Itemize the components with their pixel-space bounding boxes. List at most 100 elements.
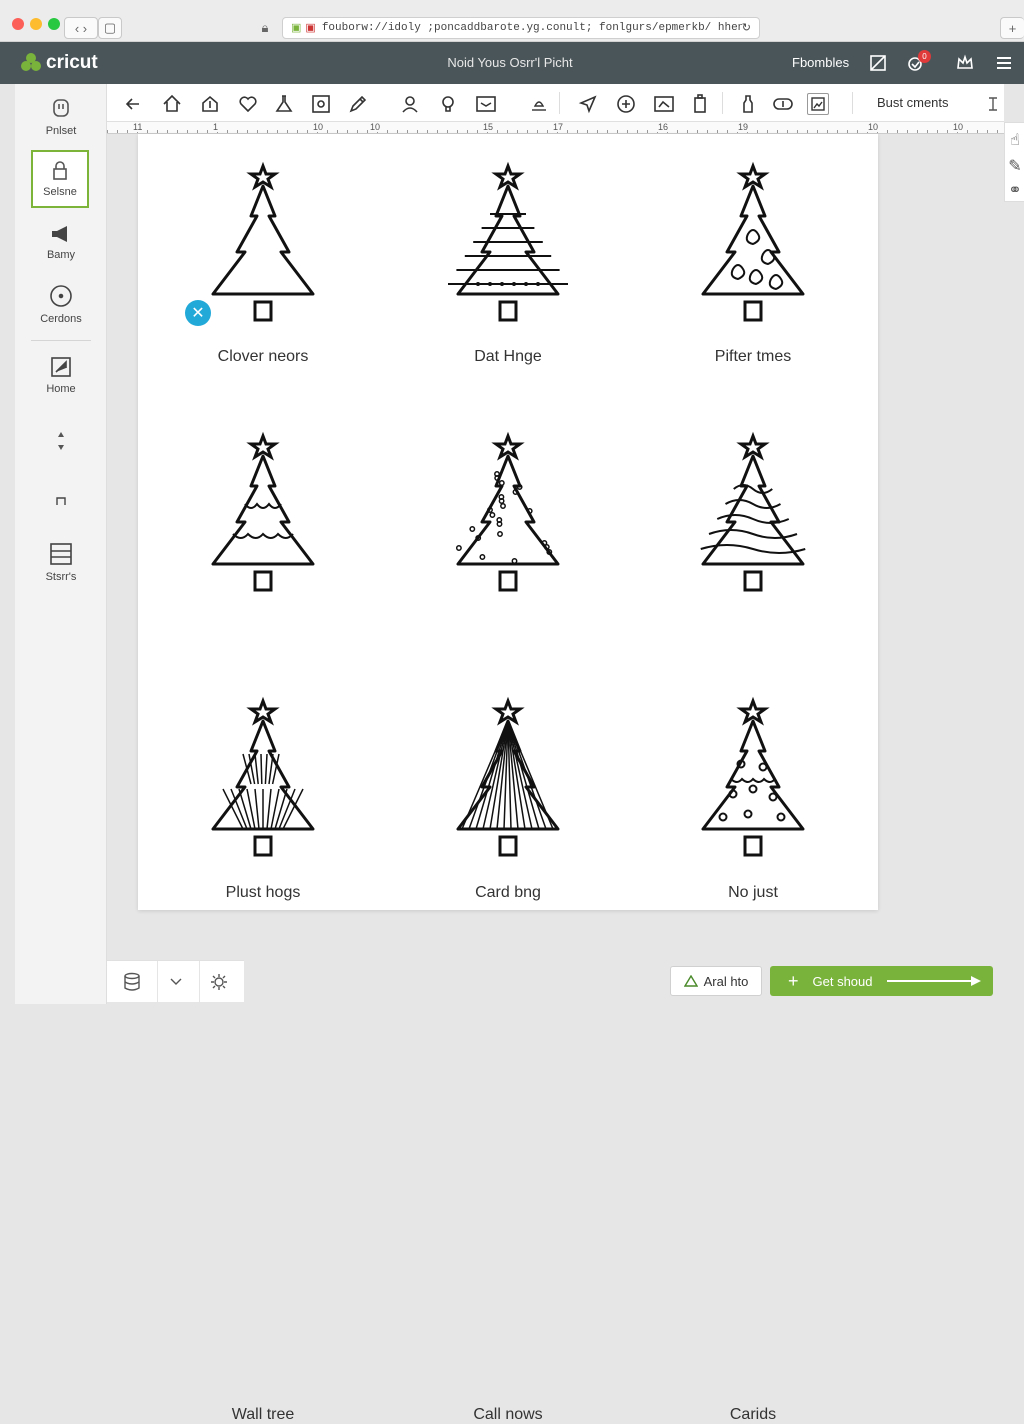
- ruler-label: 10: [369, 122, 382, 132]
- design-card[interactable]: Dat Hnge: [393, 144, 623, 394]
- url-text: fouborw://idoly ;poncaddbarote.yg.conult…: [321, 22, 742, 34]
- sidebar-item-home[interactable]: Home: [15, 356, 107, 395]
- christmas-tree-icon: [211, 431, 315, 592]
- sidebar-item-music[interactable]: [15, 494, 107, 508]
- reload-icon[interactable]: ↻: [742, 21, 751, 35]
- target-icon[interactable]: [615, 93, 637, 115]
- design-card[interactable]: No just: [638, 414, 868, 901]
- circle-icon: [50, 285, 72, 307]
- frame-icon[interactable]: [653, 93, 675, 115]
- heart-icon[interactable]: [237, 93, 259, 115]
- header-link[interactable]: Fbombles: [792, 55, 849, 70]
- toolbar-divider: [722, 92, 723, 114]
- crown-icon[interactable]: [954, 52, 976, 74]
- pen-icon[interactable]: [347, 93, 369, 115]
- address-bar[interactable]: ▣ ▣ fouborw://idoly ;poncaddbarote.yg.co…: [282, 17, 760, 39]
- sidebar-item-cerdons[interactable]: Cerdons: [15, 284, 107, 325]
- design-card[interactable]: Call nows: [393, 679, 623, 1423]
- sidebar-item-label: Cerdons: [40, 313, 82, 325]
- resize-icon[interactable]: [867, 52, 889, 74]
- back-forward-buttons[interactable]: ‹ ›: [64, 17, 98, 39]
- sidebar-item-label: Selsne: [43, 185, 77, 198]
- add-button-label: Aral hto: [703, 973, 749, 989]
- ruler-label: 16: [657, 122, 670, 132]
- design-card[interactable]: Wall tree: [148, 679, 378, 1423]
- christmas-tree-icon: [701, 161, 805, 322]
- house-icon[interactable]: [161, 93, 183, 115]
- sidebar-item-updown[interactable]: [15, 430, 107, 452]
- close-window-button[interactable]: [12, 18, 24, 30]
- pencil-icon[interactable]: ✎: [1008, 158, 1022, 175]
- plus-icon: +: [788, 971, 799, 991]
- back-arrow-icon[interactable]: [122, 93, 144, 115]
- toolbar-label[interactable]: Bust cments: [877, 95, 949, 110]
- divider: [199, 961, 200, 1003]
- design-card[interactable]: Card bng: [393, 414, 623, 901]
- cricut-logo[interactable]: cricut: [20, 52, 98, 74]
- sidebar-divider: [31, 340, 91, 341]
- image-icon[interactable]: [310, 93, 332, 115]
- design-card[interactable]: Plust hogs: [148, 414, 378, 901]
- ruler-label: 19: [737, 122, 750, 132]
- photo-icon[interactable]: [807, 93, 829, 115]
- link-icon[interactable]: ⚭: [1008, 182, 1022, 199]
- send-icon[interactable]: [577, 93, 599, 115]
- chevron-down-icon[interactable]: [165, 971, 187, 993]
- warning-icon: [683, 975, 698, 987]
- updown-icon: [58, 432, 64, 450]
- close-icon[interactable]: ✕: [185, 300, 211, 326]
- divider: [157, 961, 158, 1003]
- sidebar-item-bamy[interactable]: Bamy: [15, 224, 107, 261]
- sidebar-item-pnlset[interactable]: Pnlset: [15, 96, 107, 137]
- left-sidebar: Pnlset Selsne Bamy Cerdons Home Stsrr's: [15, 84, 107, 1004]
- mail-icon[interactable]: [475, 93, 497, 115]
- layers-icon: [50, 543, 72, 565]
- design-canvas[interactable]: Clover neors Dat Hnge Pifter tmes Plust hog…: [138, 134, 878, 1423]
- sidebar-toggle-button[interactable]: ▢: [98, 17, 122, 39]
- christmas-tree-icon: [456, 696, 560, 857]
- ruler-label: 10: [312, 122, 325, 132]
- browser-chrome: ‹ › ▢ 🔒︎ ▣ ▣ fouborw://idoly ;poncaddbar…: [0, 0, 1024, 42]
- add-button[interactable]: Aral hto: [670, 966, 762, 996]
- menu-icon[interactable]: [993, 52, 1015, 74]
- christmas-tree-icon: [700, 431, 806, 592]
- bottom-toolbar: [107, 960, 244, 1003]
- design-caption: Dat Hnge: [474, 348, 542, 365]
- ruler-label: 17: [552, 122, 565, 132]
- minimize-window-button[interactable]: [30, 18, 42, 30]
- new-tab-button[interactable]: +: [1000, 17, 1024, 39]
- christmas-tree-icon: [211, 696, 315, 857]
- ruler-label: 15: [482, 122, 495, 132]
- text-cursor-icon[interactable]: [982, 93, 1004, 115]
- design-card[interactable]: Pifter tmes: [638, 144, 868, 394]
- lightbulb-icon[interactable]: [437, 93, 459, 115]
- ruler-label: 1: [212, 122, 220, 132]
- lock-icon: [53, 160, 67, 180]
- gear-icon[interactable]: [208, 971, 230, 993]
- toggle-icon[interactable]: [772, 93, 794, 115]
- sidebar-item-stsrrs[interactable]: Stsrr's: [15, 542, 107, 583]
- logo-text: cricut: [46, 52, 98, 73]
- design-card[interactable]: Clover neors: [148, 144, 378, 394]
- right-panel: ☝︎ ✎ ⚭: [1004, 122, 1024, 202]
- flask-icon[interactable]: [273, 93, 295, 115]
- bottle-icon[interactable]: [737, 93, 759, 115]
- hand-icon[interactable]: ☝︎: [1008, 132, 1022, 149]
- maximize-window-button[interactable]: [48, 18, 60, 30]
- christmas-tree-icon: [455, 431, 560, 592]
- battery-icon[interactable]: [689, 93, 711, 115]
- upload-icon[interactable]: [199, 93, 221, 115]
- lamp-icon[interactable]: [528, 93, 550, 115]
- megaphone-icon: [52, 226, 67, 242]
- person-icon[interactable]: [399, 93, 421, 115]
- sidebar-item-selsne[interactable]: Selsne: [31, 150, 89, 208]
- edit-icon: [51, 357, 71, 377]
- make-it-button[interactable]: + Get shoud: [770, 966, 993, 996]
- design-card[interactable]: Carids: [638, 679, 868, 1423]
- top-ruler: 11 1 10 10 15 17 16 19 10 10: [107, 122, 1004, 134]
- sidebar-item-label: Stsrr's: [45, 571, 77, 583]
- cricut-mark-icon: [21, 53, 41, 71]
- music-icon: [56, 497, 66, 505]
- database-icon[interactable]: [121, 971, 143, 993]
- christmas-tree-icon: [448, 161, 568, 322]
